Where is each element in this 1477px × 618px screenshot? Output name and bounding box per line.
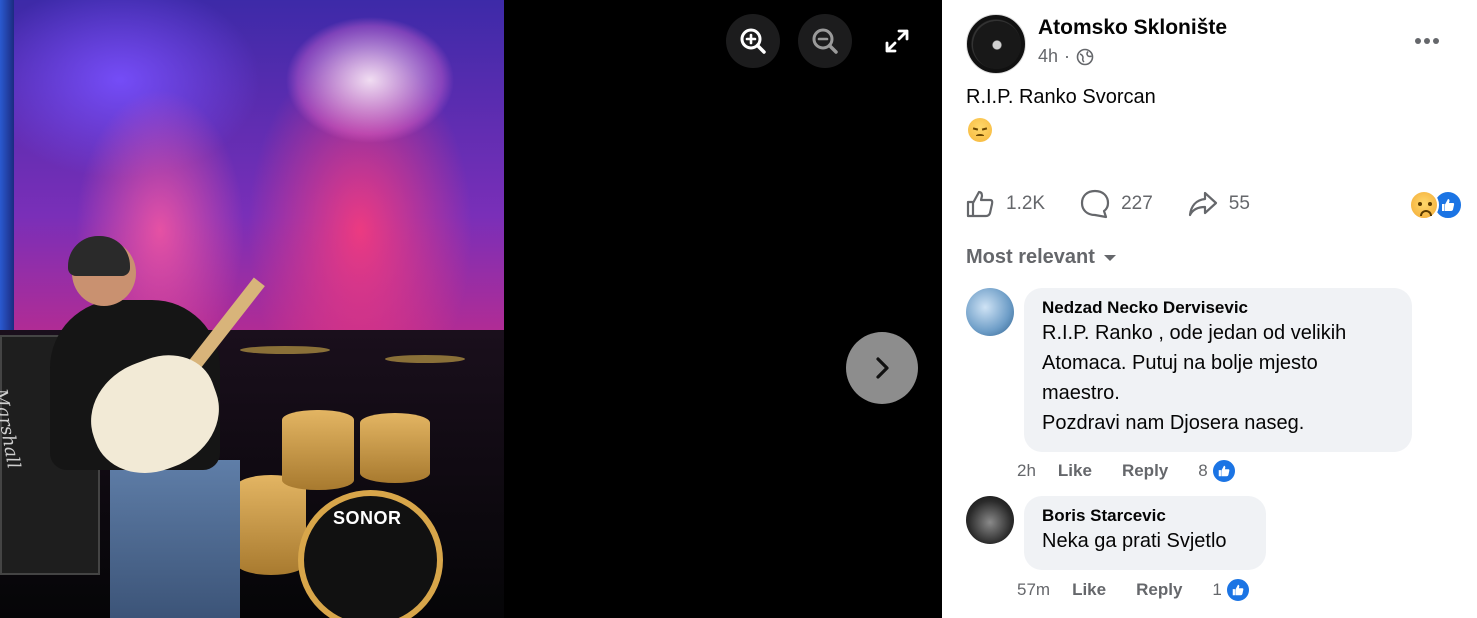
comment-time[interactable]: 2h: [1017, 461, 1036, 481]
tom-drum: [360, 413, 430, 483]
comment-like-link[interactable]: Like: [1072, 580, 1106, 600]
beanie: [68, 236, 130, 276]
pensive-face-emoji: [968, 118, 992, 142]
comment-bubble: Boris Starcevic Neka ga prati Svjetlo: [1024, 496, 1266, 570]
comment-reply-link[interactable]: Reply: [1122, 461, 1168, 481]
like-button[interactable]: 1.2K: [964, 188, 1045, 220]
next-photo-button[interactable]: [846, 332, 918, 404]
zoom-in-icon: [740, 28, 766, 54]
floor-tom: [236, 475, 306, 575]
caret-down-icon: [1103, 254, 1116, 261]
share-icon: [1188, 191, 1217, 217]
post-actions: 1.2K 227 55: [964, 188, 1284, 220]
share-button[interactable]: 55: [1187, 188, 1250, 220]
comment-text-line: Atomaca. Putuj na bolje mjesto: [1042, 352, 1318, 374]
commenter-avatar[interactable]: [966, 496, 1014, 544]
post-meta: 4h ·: [1038, 46, 1094, 67]
ellipsis-icon: [1415, 38, 1439, 44]
photo-viewer: Marshall SONOR: [0, 0, 942, 618]
meta-separator: ·: [1064, 46, 1071, 66]
zoom-out-icon: [812, 28, 838, 54]
comment-text-line: maestro.: [1042, 382, 1120, 404]
comment-sort-dropdown[interactable]: Most relevant: [966, 246, 1117, 269]
comment-meta: 2h Like Reply 8: [1017, 458, 1237, 484]
post-time[interactable]: 4h: [1038, 46, 1058, 67]
reaction-count-value: 8: [1198, 461, 1208, 480]
commenter-name[interactable]: Boris Starcevic: [1042, 506, 1248, 526]
comment-reaction-count[interactable]: 1: [1212, 577, 1251, 603]
cymbal: [385, 355, 465, 363]
comment-text-line: Neka ga prati Svjetlo: [1042, 530, 1227, 552]
amp-label: Marshall: [0, 387, 25, 471]
photo-post-view: Marshall SONOR Atomsko Sklonište 4h · R.…: [0, 0, 1477, 618]
concert-photo[interactable]: Marshall SONOR: [0, 0, 504, 618]
comment-reply-link[interactable]: Reply: [1136, 580, 1182, 600]
shares-count: 55: [1228, 193, 1250, 214]
comment-text-line: R.I.P. Ranko , ode jedan od velikih: [1042, 322, 1347, 344]
comment-text-line: Pozdravi nam Djosera naseg.: [1042, 412, 1305, 434]
more-options-button[interactable]: [1407, 26, 1447, 56]
comments-count: 227: [1121, 193, 1153, 214]
sad-reaction-icon: [1409, 190, 1439, 220]
post-text: R.I.P. Ranko Svorcan: [966, 86, 1156, 108]
zoom-out-button[interactable]: [798, 14, 852, 68]
cymbal: [240, 346, 330, 354]
comment-like-link[interactable]: Like: [1058, 461, 1092, 481]
page-name[interactable]: Atomsko Sklonište: [1038, 16, 1227, 40]
reaction-summary[interactable]: [1409, 190, 1463, 220]
comment-bubble: Nedzad Necko Dervisevic R.I.P. Ranko , o…: [1024, 288, 1412, 452]
commenter-avatar[interactable]: [966, 288, 1014, 336]
commenter-name[interactable]: Nedzad Necko Dervisevic: [1042, 298, 1394, 318]
like-reaction-icon: [1224, 577, 1251, 603]
comment-icon: [1080, 189, 1110, 219]
likes-count: 1.2K: [1006, 193, 1046, 214]
drum-brand-label: SONOR: [333, 508, 402, 528]
thumbs-up-icon: [966, 190, 994, 218]
led-screen-edge: [0, 0, 14, 330]
comment-time[interactable]: 57m: [1017, 580, 1050, 600]
chevron-right-icon: [876, 357, 889, 379]
comment-reaction-count[interactable]: 8: [1198, 458, 1237, 484]
page-avatar[interactable]: [966, 14, 1026, 74]
tom-drum: [282, 410, 354, 490]
comment-meta: 57m Like Reply 1: [1017, 577, 1251, 603]
globe-icon: [1076, 48, 1094, 65]
reaction-count-value: 1: [1212, 580, 1222, 599]
guitarist-legs: [110, 460, 240, 618]
post-panel: Atomsko Sklonište 4h · R.I.P. Ranko Svor…: [942, 0, 1477, 618]
like-reaction-icon: [1210, 458, 1237, 484]
sort-label: Most relevant: [966, 246, 1095, 268]
fullscreen-button[interactable]: [870, 14, 924, 68]
zoom-in-button[interactable]: [726, 14, 780, 68]
expand-icon: [885, 29, 909, 53]
comment-button[interactable]: 227: [1079, 188, 1153, 220]
